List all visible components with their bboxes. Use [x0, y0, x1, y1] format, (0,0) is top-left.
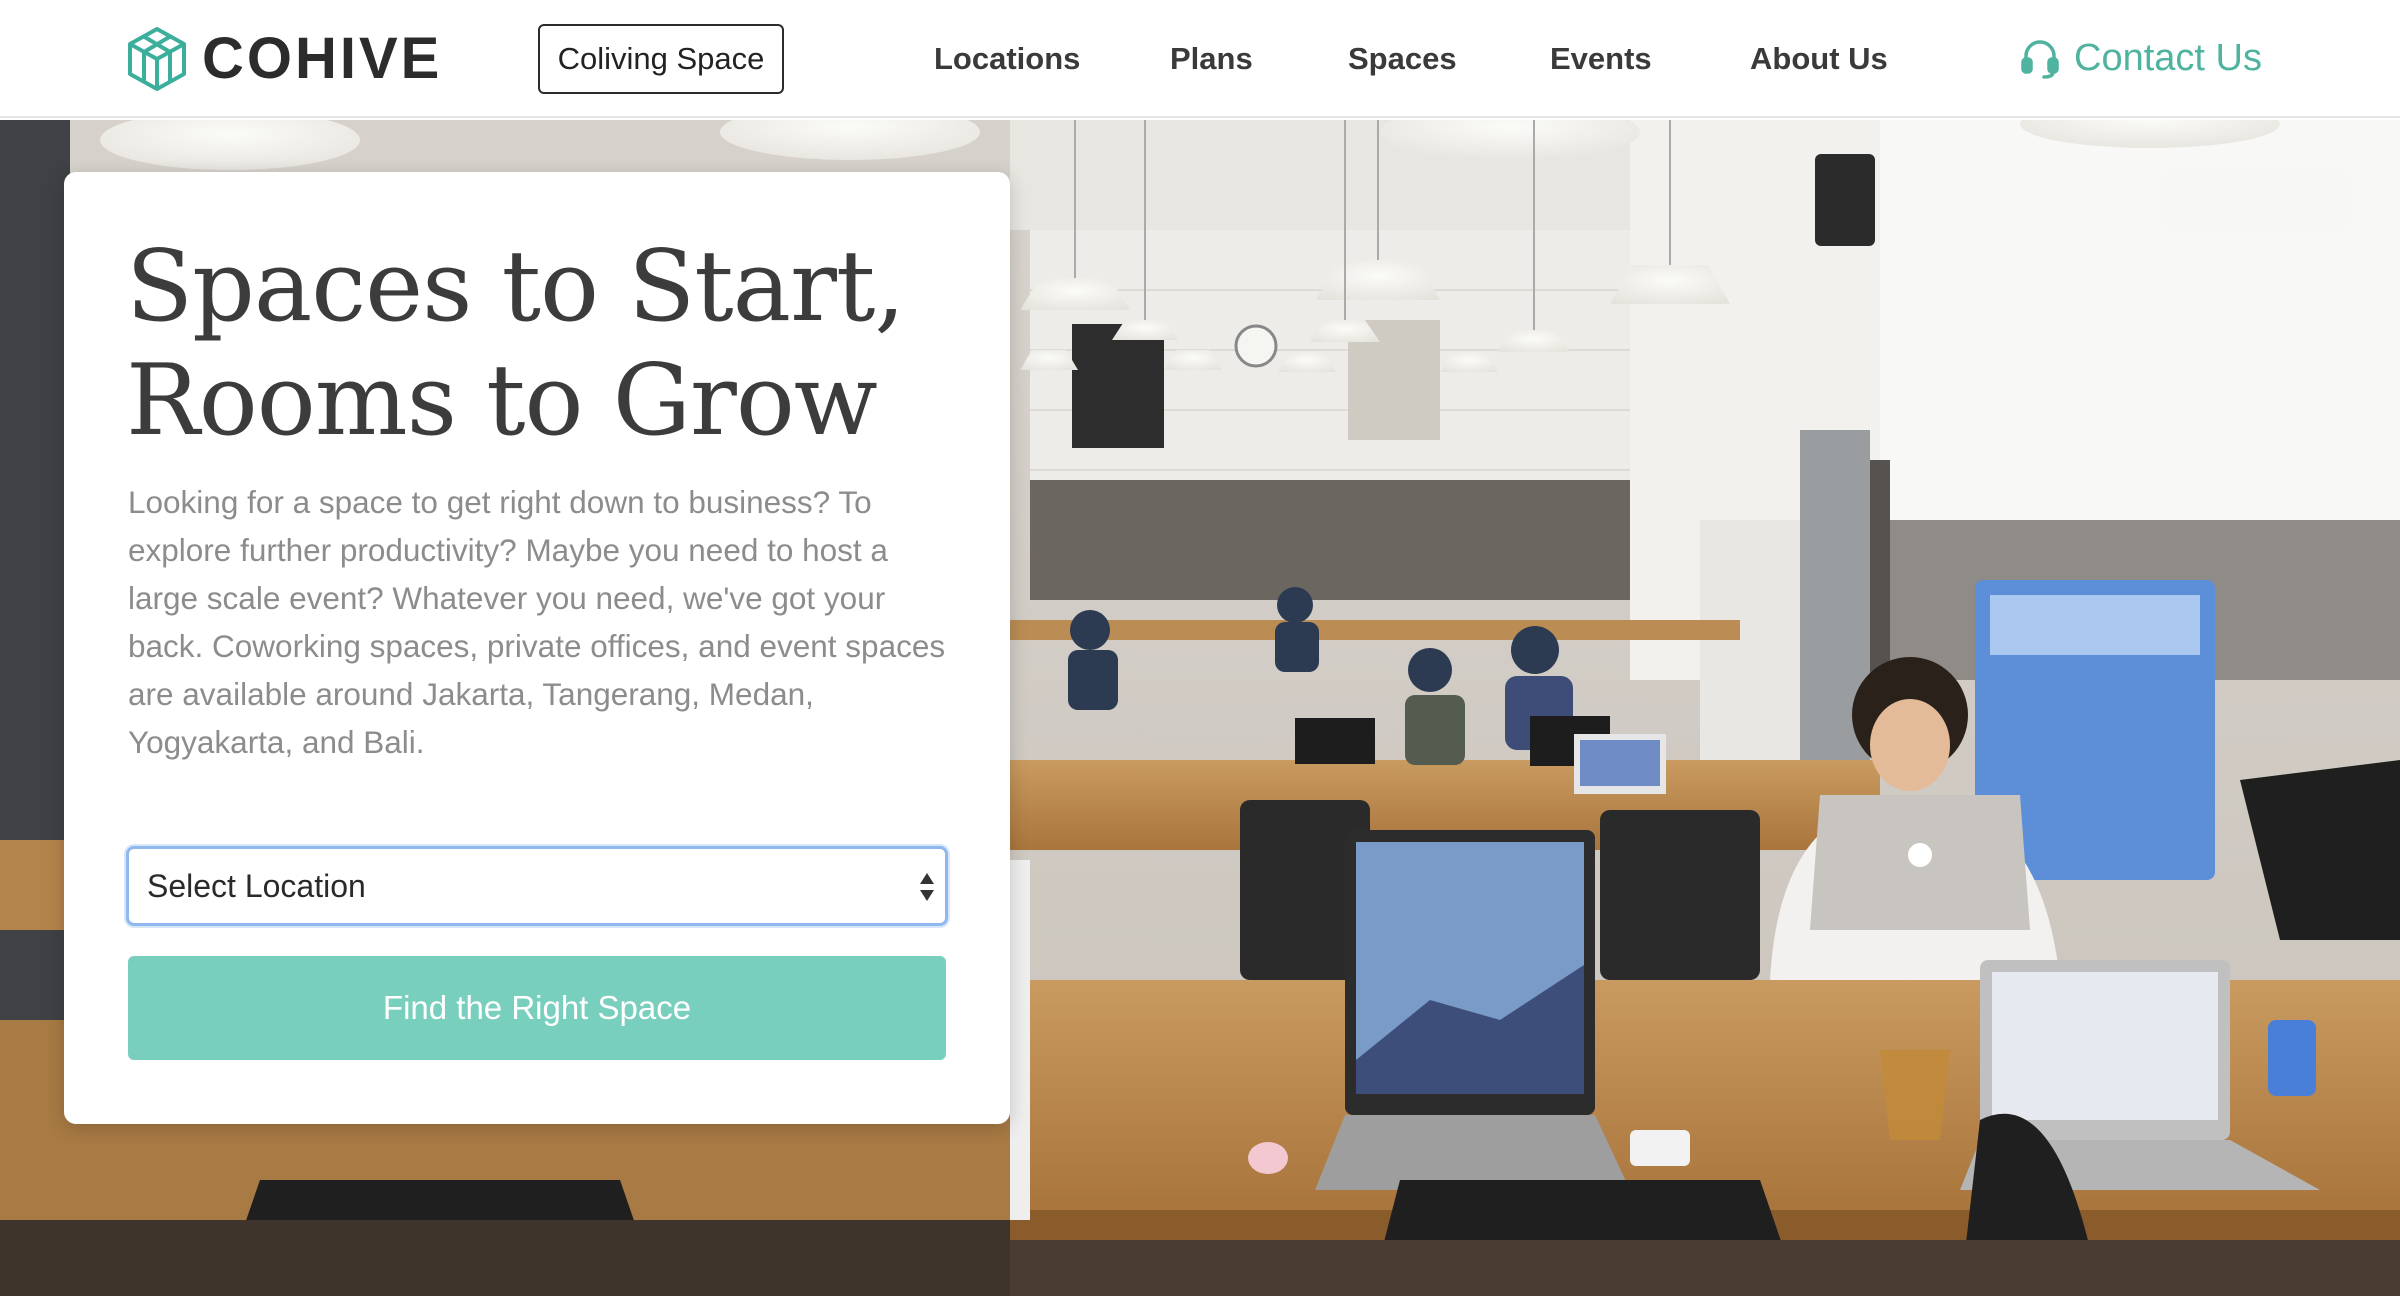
- find-right-space-button[interactable]: Find the Right Space: [128, 956, 946, 1060]
- headline-line-1: Spaces to Start,: [126, 230, 905, 344]
- nav-link-about-us[interactable]: About Us: [1750, 36, 1888, 82]
- hero-intro-text: Looking for a space to get right down to…: [128, 484, 946, 760]
- nav-link-spaces[interactable]: Spaces: [1348, 36, 1457, 82]
- cohive-logo-icon: [128, 27, 186, 91]
- brand-name: COHIVE: [202, 26, 443, 91]
- location-select[interactable]: Select Location: [126, 846, 948, 926]
- top-navbar: COHIVE Coliving Space Locations Plans Sp…: [0, 0, 2400, 118]
- nav-link-plans[interactable]: Plans: [1170, 36, 1253, 82]
- contact-us-link[interactable]: Contact Us: [2020, 30, 2262, 86]
- headset-icon: [2021, 40, 2059, 79]
- nav-link-events[interactable]: Events: [1550, 36, 1652, 82]
- select-arrows-icon: [920, 873, 934, 901]
- headline-line-2: Rooms to Grow: [126, 344, 878, 458]
- contact-us-label: Contact Us: [2074, 36, 2262, 79]
- hero-headline: Spaces to Start, Rooms to Grow: [126, 230, 966, 458]
- brand-logo-link[interactable]: COHIVE: [126, 26, 442, 92]
- nav-link-locations[interactable]: Locations: [934, 36, 1080, 82]
- location-select-value: Select Location: [147, 868, 366, 904]
- coliving-space-button[interactable]: Coliving Space: [538, 24, 784, 94]
- hero-search-card: Spaces to Start, Rooms to Grow Looking f…: [64, 172, 1010, 1124]
